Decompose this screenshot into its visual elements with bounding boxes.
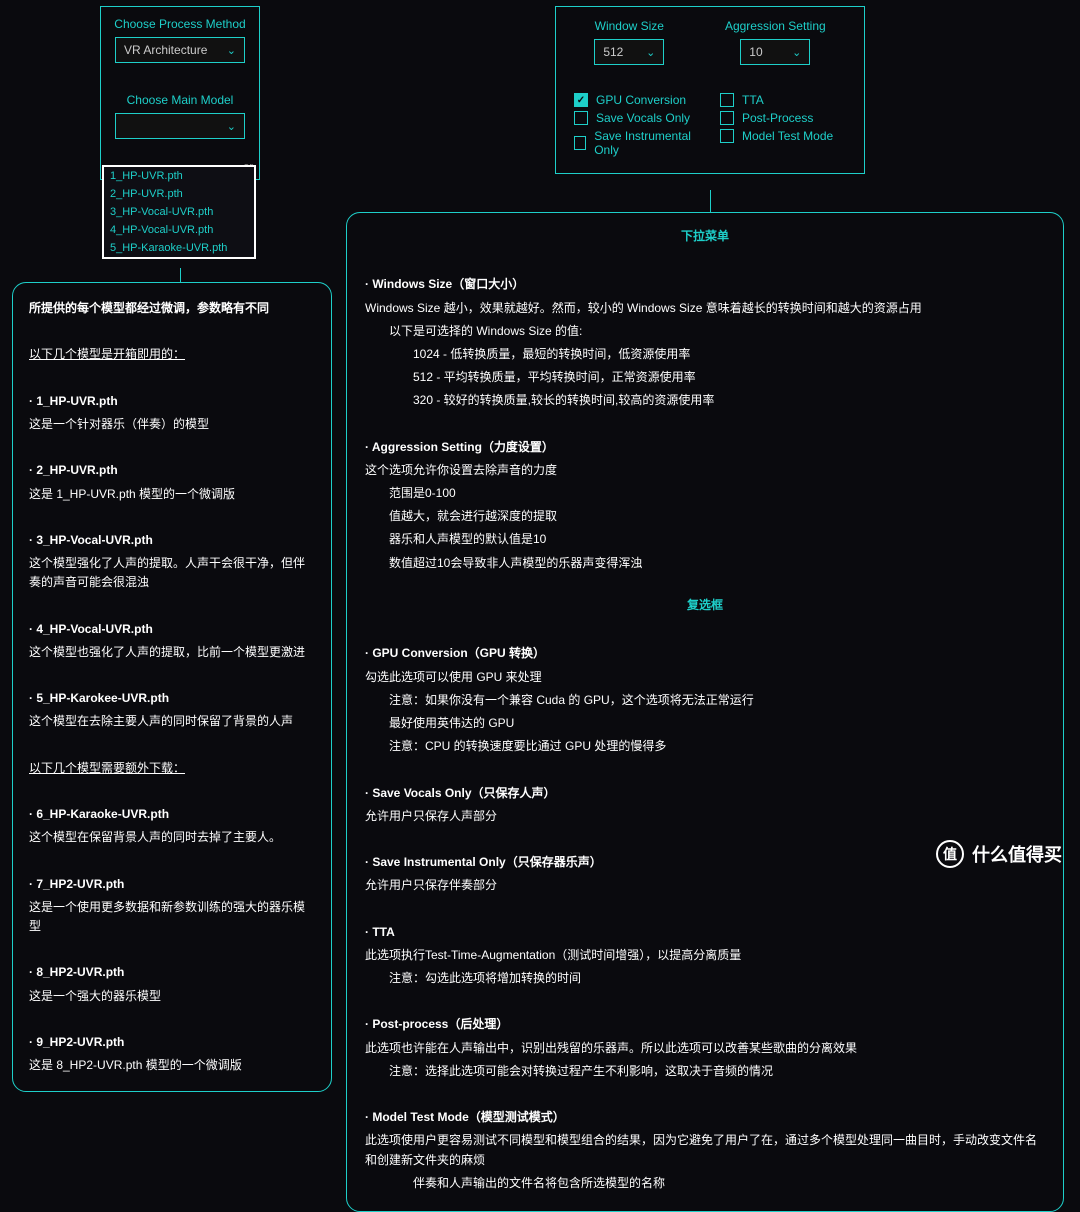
main-model-label: Choose Main Model bbox=[101, 93, 259, 107]
checkbox-icon bbox=[574, 111, 588, 125]
dropdown-item[interactable]: 4_HP-Vocal-UVR.pth bbox=[104, 221, 254, 239]
model-desc: 这是一个针对器乐（伴奏）的模型 bbox=[29, 415, 315, 434]
checkbox-icon bbox=[574, 136, 586, 150]
settings-explain-box: 下拉菜单 · Windows Size（窗口大小） Windows Size 越… bbox=[346, 212, 1064, 1212]
checkbox-post-process[interactable]: Post-Process bbox=[720, 111, 846, 125]
dropdown-item[interactable]: 1_HP-UVR.pth bbox=[104, 167, 254, 185]
text: 此选项执行Test-Time-Augmentation（测试时间增强），以提高分… bbox=[365, 946, 1045, 965]
aggression-value: 10 bbox=[749, 45, 762, 59]
checkbox-gpu-conversion[interactable]: ✓GPU Conversion bbox=[574, 93, 700, 107]
ag-title: · Aggression Setting（力度设置） bbox=[365, 438, 1045, 457]
intro-text: 所提供的每个模型都经过微调，参数略有不同 bbox=[29, 299, 315, 318]
mtm-title: · Model Test Mode（模型测试模式） bbox=[365, 1108, 1045, 1127]
main-model-select[interactable]: ⌄ bbox=[115, 113, 245, 139]
text: 1024 - 低转换质量，最短的转换时间，低资源使用率 bbox=[365, 345, 1045, 364]
checkbox-save-instrumental[interactable]: Save Instrumental Only bbox=[574, 129, 700, 157]
checkbox-icon bbox=[720, 129, 734, 143]
model-desc: 这个模型在保留背景人声的同时去掉了主要人。 bbox=[29, 828, 315, 847]
model-name: · 9_HP2-UVR.pth bbox=[29, 1033, 315, 1052]
chevron-down-icon: ⌄ bbox=[227, 120, 236, 133]
download-header: 以下几个模型需要额外下载： bbox=[29, 759, 315, 778]
text: 范围是0-100 bbox=[365, 484, 1045, 503]
connector-line bbox=[710, 190, 711, 212]
model-name: · 1_HP-UVR.pth bbox=[29, 392, 315, 411]
text: 允许用户只保存人声部分 bbox=[365, 807, 1045, 826]
gpu-title: · GPU Conversion（GPU 转换） bbox=[365, 644, 1045, 663]
settings-panel: Window Size 512 ⌄ Aggression Setting 10 … bbox=[555, 6, 865, 174]
model-desc: 这是 1_HP-UVR.pth 模型的一个微调版 bbox=[29, 485, 315, 504]
chevron-down-icon: ⌄ bbox=[227, 44, 236, 57]
model-desc: 这个模型在去除主要人声的同时保留了背景的人声 bbox=[29, 712, 315, 731]
model-name: · 5_HP-Karokee-UVR.pth bbox=[29, 689, 315, 708]
ready-header: 以下几个模型是开箱即用的： bbox=[29, 345, 315, 364]
text: 勾选此选项可以使用 GPU 来处理 bbox=[365, 668, 1045, 687]
chevron-down-icon: ⌄ bbox=[646, 46, 655, 59]
text: 此选项使用户更容易测试不同模型和模型组合的结果，因为它避免了用户了在，通过多个模… bbox=[365, 1131, 1045, 1169]
watermark-icon: 值 bbox=[936, 840, 964, 868]
process-panel: Choose Process Method VR Architecture ⌄ … bbox=[100, 6, 260, 180]
dropdown-item[interactable]: 2_HP-UVR.pth bbox=[104, 185, 254, 203]
model-name: · 2_HP-UVR.pth bbox=[29, 461, 315, 480]
text: 注意：勾选此选项将增加转换的时间 bbox=[365, 969, 1045, 988]
process-method-label: Choose Process Method bbox=[101, 17, 259, 31]
model-name: · 4_HP-Vocal-UVR.pth bbox=[29, 620, 315, 639]
text: 伴奏和人声输出的文件名将包含所选模型的名称 bbox=[365, 1174, 1045, 1193]
text: 注意：CPU 的转换速度要比通过 GPU 处理的慢得多 bbox=[365, 737, 1045, 756]
text: 这个选项允许你设置去除声音的力度 bbox=[365, 461, 1045, 480]
model-desc: 这是一个强大的器乐模型 bbox=[29, 987, 315, 1006]
chevron-down-icon: ⌄ bbox=[792, 46, 801, 59]
watermark-text: 什么值得买 bbox=[972, 841, 1062, 867]
window-size-label: Window Size bbox=[594, 19, 664, 33]
dropdown-item[interactable]: 3_HP-Vocal-UVR.pth bbox=[104, 203, 254, 221]
model-dropdown[interactable]: 1_HP-UVR.pth 2_HP-UVR.pth 3_HP-Vocal-UVR… bbox=[102, 165, 256, 259]
model-name: · 8_HP2-UVR.pth bbox=[29, 963, 315, 982]
model-name: · 3_HP-Vocal-UVR.pth bbox=[29, 531, 315, 550]
text: 器乐和人声模型的默认值是10 bbox=[365, 530, 1045, 549]
text: 允许用户只保存伴奏部分 bbox=[365, 876, 1045, 895]
text: Windows Size 越小，效果就越好。然而，较小的 Windows Siz… bbox=[365, 299, 1045, 318]
window-size-select[interactable]: 512 ⌄ bbox=[594, 39, 664, 65]
text: 值越大，就会进行越深度的提取 bbox=[365, 507, 1045, 526]
text: 以下是可选择的 Windows Size 的值: bbox=[365, 322, 1045, 341]
checkbox-icon: ✓ bbox=[574, 93, 588, 107]
model-desc: 这是 8_HP2-UVR.pth 模型的一个微调版 bbox=[29, 1056, 315, 1075]
dropdown-item[interactable]: 5_HP-Karaoke-UVR.pth bbox=[104, 239, 254, 257]
ws-title: · Windows Size（窗口大小） bbox=[365, 275, 1045, 294]
process-method-value: VR Architecture bbox=[124, 43, 207, 57]
model-name: · 6_HP-Karaoke-UVR.pth bbox=[29, 805, 315, 824]
checkbox-icon bbox=[720, 111, 734, 125]
checkbox-model-test[interactable]: Model Test Mode bbox=[720, 129, 846, 143]
checkbox-tta[interactable]: TTA bbox=[720, 93, 846, 107]
text: 注意：如果你没有一个兼容 Cuda 的 GPU，这个选项将无法正常运行 bbox=[365, 691, 1045, 710]
checkbox-save-vocals[interactable]: Save Vocals Only bbox=[574, 111, 700, 125]
tta-title: · TTA bbox=[365, 923, 1045, 942]
checkbox-header: 复选框 bbox=[365, 596, 1045, 615]
model-desc: 这是一个使用更多数据和新参数训练的强大的器乐模型 bbox=[29, 898, 315, 936]
model-desc: 这个模型也强化了人声的提取，比前一个模型更激进 bbox=[29, 643, 315, 662]
svo-title: · Save Vocals Only（只保存人声） bbox=[365, 784, 1045, 803]
window-size-value: 512 bbox=[603, 45, 623, 59]
text: 注意：选择此选项可能会对转换过程产生不利影响，这取决于音频的情况 bbox=[365, 1062, 1045, 1081]
text: 此选项也许能在人声输出中，识别出残留的乐器声。所以此选项可以改善某些歌曲的分离效… bbox=[365, 1039, 1045, 1058]
text: 512 - 平均转换质量，平均转换时间，正常资源使用率 bbox=[365, 368, 1045, 387]
text: 最好使用英伟达的 GPU bbox=[365, 714, 1045, 733]
aggression-label: Aggression Setting bbox=[725, 19, 826, 33]
model-desc: 这个模型强化了人声的提取。人声干会很干净，但伴奏的声音可能会很混浊 bbox=[29, 554, 315, 592]
dropdown-header: 下拉菜单 bbox=[365, 227, 1045, 246]
connector-line bbox=[180, 268, 181, 282]
model-explain-box: 所提供的每个模型都经过微调，参数略有不同 以下几个模型是开箱即用的： · 1_H… bbox=[12, 282, 332, 1092]
text: 数值超过10会导致非人声模型的乐器声变得浑浊 bbox=[365, 554, 1045, 573]
watermark: 值 什么值得买 bbox=[936, 840, 1062, 868]
pp-title: · Post-process（后处理） bbox=[365, 1015, 1045, 1034]
text: 320 - 较好的转换质量,较长的转换时间,较高的资源使用率 bbox=[365, 391, 1045, 410]
aggression-select[interactable]: 10 ⌄ bbox=[740, 39, 810, 65]
checkbox-icon bbox=[720, 93, 734, 107]
process-method-select[interactable]: VR Architecture ⌄ bbox=[115, 37, 245, 63]
